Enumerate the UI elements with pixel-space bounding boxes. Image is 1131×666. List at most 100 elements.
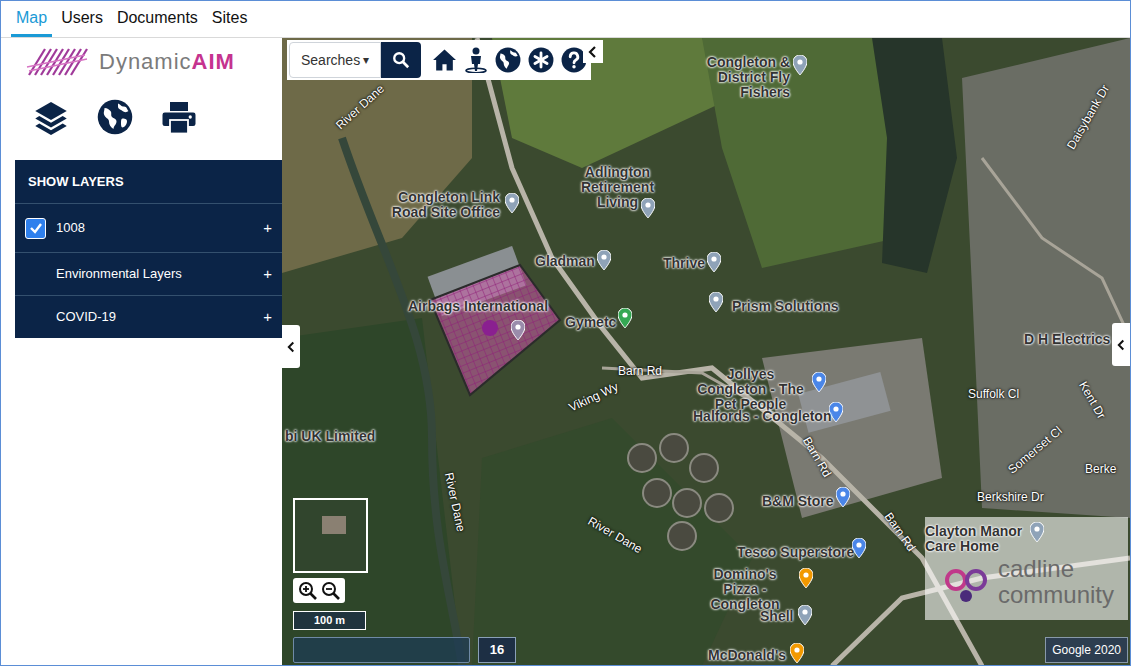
map-pin-icon[interactable] [709, 292, 723, 312]
layer-checkbox[interactable] [25, 218, 46, 239]
sidebar: DynamicAIM [1, 38, 282, 665]
cadline-logo-icon [944, 564, 992, 608]
layer-label: Environmental Layers [56, 264, 257, 284]
place-label[interactable]: Gladman [535, 254, 595, 269]
globe-icon[interactable] [97, 99, 133, 135]
map-pin-icon[interactable] [799, 568, 813, 588]
layer-row[interactable]: 1008 + [15, 203, 282, 252]
printer-icon[interactable] [161, 99, 197, 135]
map-labels: Congleton & District Fly Fishers Congleto… [282, 38, 1130, 665]
coordinate-field[interactable] [293, 637, 470, 663]
search-button[interactable] [381, 42, 421, 78]
map-attribution: Google 2020 [1045, 637, 1128, 663]
map-toolbar: Searches▾ [287, 40, 591, 80]
tab-bar: MapUsersDocumentsSites [1, 1, 1130, 38]
road-label: River Dane [586, 514, 645, 556]
place-label[interactable]: Gymetc [565, 315, 616, 330]
place-label[interactable]: Congleton & District Fly Fishers [670, 55, 790, 100]
road-label: Somerset Cl [1005, 423, 1065, 476]
road-label: Barn Rd [882, 510, 919, 554]
layer-group-row[interactable]: Environmental Layers + [15, 252, 282, 295]
map-pin-icon[interactable] [511, 320, 525, 340]
map-view[interactable]: Searches▾ [282, 38, 1130, 665]
zoom-in-icon[interactable] [298, 581, 318, 601]
road-label: Viking Wy [567, 379, 621, 414]
map-pin-icon[interactable] [618, 308, 632, 328]
logo: DynamicAIM [1, 38, 282, 86]
nav-tab[interactable]: Sites [207, 1, 253, 37]
map-pin-icon[interactable] [597, 250, 611, 270]
logo-mark-icon [25, 47, 91, 77]
collapse-sidebar-button[interactable] [282, 325, 300, 368]
road-label: Suffolk Cl [968, 387, 1019, 401]
place-label[interactable]: Tesco Superstore [737, 545, 854, 560]
road-label: Barn Rd [618, 364, 662, 378]
scale-bar: 100 m [293, 611, 366, 630]
map-pin-icon[interactable] [829, 402, 843, 422]
nav-tab[interactable]: Users [56, 1, 108, 37]
road-label: River Dane [333, 82, 387, 133]
overview-map[interactable] [293, 498, 368, 573]
map-pin-icon[interactable] [812, 372, 826, 392]
road-label: Daisybank Dr [1064, 82, 1112, 151]
logo-text: DynamicAIM [99, 49, 235, 75]
map-pin-icon[interactable] [641, 198, 655, 218]
road-label: Berkshire Dr [977, 490, 1044, 504]
map-pin-icon[interactable] [852, 538, 866, 558]
place-label[interactable]: Clayton Manor Care Home [925, 524, 1025, 554]
chevron-left-icon [588, 46, 598, 58]
place-label[interactable]: McDonald's [708, 648, 786, 663]
place-label: D H Electrics [1024, 332, 1110, 347]
place-label: bi UK Limited [285, 429, 375, 444]
nav-tab[interactable]: Documents [112, 1, 203, 37]
place-label[interactable]: Jollyes Congleton - The Pet People [693, 367, 808, 412]
nav-tab[interactable]: Map [11, 1, 52, 37]
settings-icon[interactable] [528, 47, 554, 73]
globe-icon[interactable] [495, 47, 521, 73]
place-label[interactable]: Domino's Pizza - Congleton [695, 567, 795, 612]
layer-label: 1008 [56, 218, 257, 238]
map-tools [432, 47, 587, 73]
road-label: River Dane [442, 471, 468, 533]
layers-header: SHOW LAYERS [15, 160, 282, 203]
expand-button[interactable]: + [263, 306, 272, 329]
place-label[interactable]: Airbags International [408, 299, 548, 314]
collapse-toolbar-button[interactable] [583, 40, 603, 63]
place-label[interactable]: Congleton Link Road Site Office [390, 190, 500, 220]
zoom-controls [293, 578, 345, 603]
layers-icon[interactable] [33, 99, 69, 135]
road-label: Berke [1085, 462, 1116, 476]
chevron-left-icon [287, 341, 296, 353]
chevron-left-icon [1117, 339, 1126, 351]
place-label[interactable]: Thrive [663, 256, 705, 271]
road-label: Kent Dr [1076, 379, 1108, 421]
map-pin-icon[interactable] [798, 605, 812, 625]
map-pin-icon[interactable] [1030, 522, 1044, 542]
person-pin-icon[interactable] [464, 47, 488, 73]
expand-button[interactable]: + [263, 217, 272, 240]
place-label[interactable]: Halfords - Congleton [693, 409, 831, 424]
searches-dropdown[interactable]: Searches▾ [289, 42, 381, 78]
map-pin-icon[interactable] [793, 55, 807, 75]
place-label[interactable]: Shell [760, 609, 793, 624]
map-pin-icon[interactable] [505, 193, 519, 213]
search-icon [392, 51, 410, 69]
place-label[interactable]: B&M Store [762, 494, 834, 509]
place-label[interactable]: Adlington Retirement Living [560, 165, 675, 210]
home-icon[interactable] [432, 47, 457, 73]
expand-button[interactable]: + [263, 263, 272, 286]
watermark: cadline community [925, 517, 1128, 620]
check-icon [29, 221, 43, 235]
map-pin-icon[interactable] [790, 643, 804, 663]
map-pin-icon[interactable] [707, 252, 721, 272]
place-label[interactable]: Prism Solutions [732, 299, 839, 314]
sidebar-toolbar [1, 86, 282, 148]
app-frame: MapUsersDocumentsSites [0, 0, 1131, 666]
map-pin-icon[interactable] [836, 487, 850, 507]
zoom-out-icon[interactable] [321, 581, 341, 601]
expand-right-panel-button[interactable] [1112, 323, 1130, 366]
zoom-level: 16 [478, 637, 516, 663]
layers-panel: SHOW LAYERS1008+Environmental Layers+COV… [15, 160, 282, 338]
road-label: Barn Rd [800, 434, 834, 479]
layer-group-row[interactable]: COVID-19+ [15, 295, 282, 338]
